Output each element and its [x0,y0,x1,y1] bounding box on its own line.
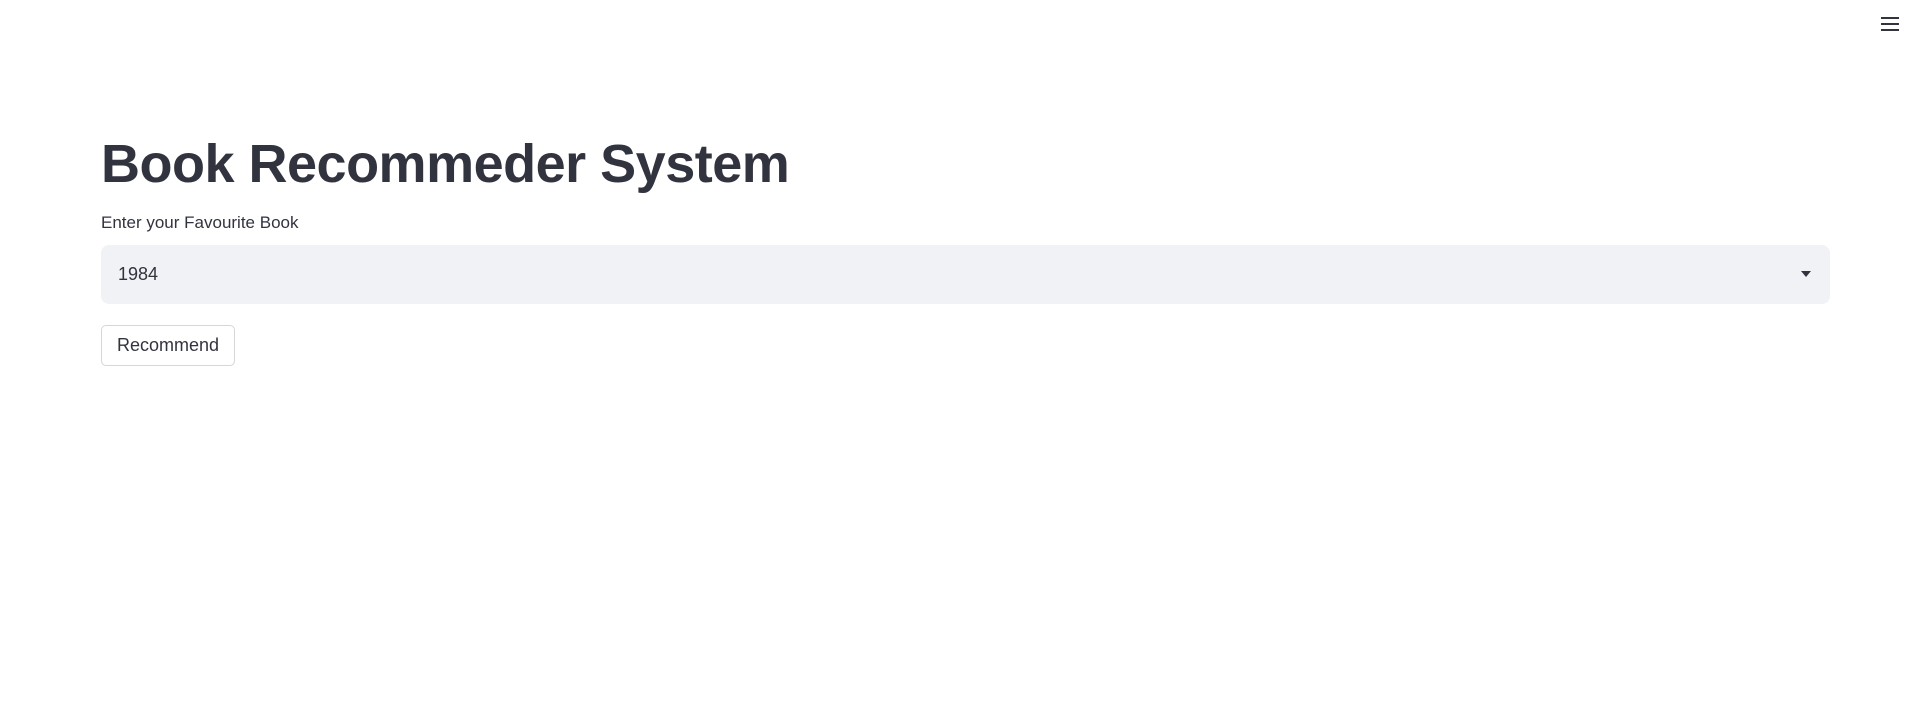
main-menu-button[interactable] [1877,11,1903,37]
app-root: Book Recommeder System Enter your Favour… [0,0,1917,708]
recommend-button[interactable]: Recommend [101,325,236,366]
chevron-down-icon [1800,271,1812,279]
book-select-value: 1984 [118,264,159,284]
page-title: Book Recommeder System [101,134,790,194]
book-select[interactable]: 1984 [101,245,1830,304]
main-content: Book Recommeder System Enter your Favour… [101,130,1830,366]
book-select-label: Enter your Favourite Book [101,213,299,232]
hamburger-menu-icon [1880,15,1900,33]
